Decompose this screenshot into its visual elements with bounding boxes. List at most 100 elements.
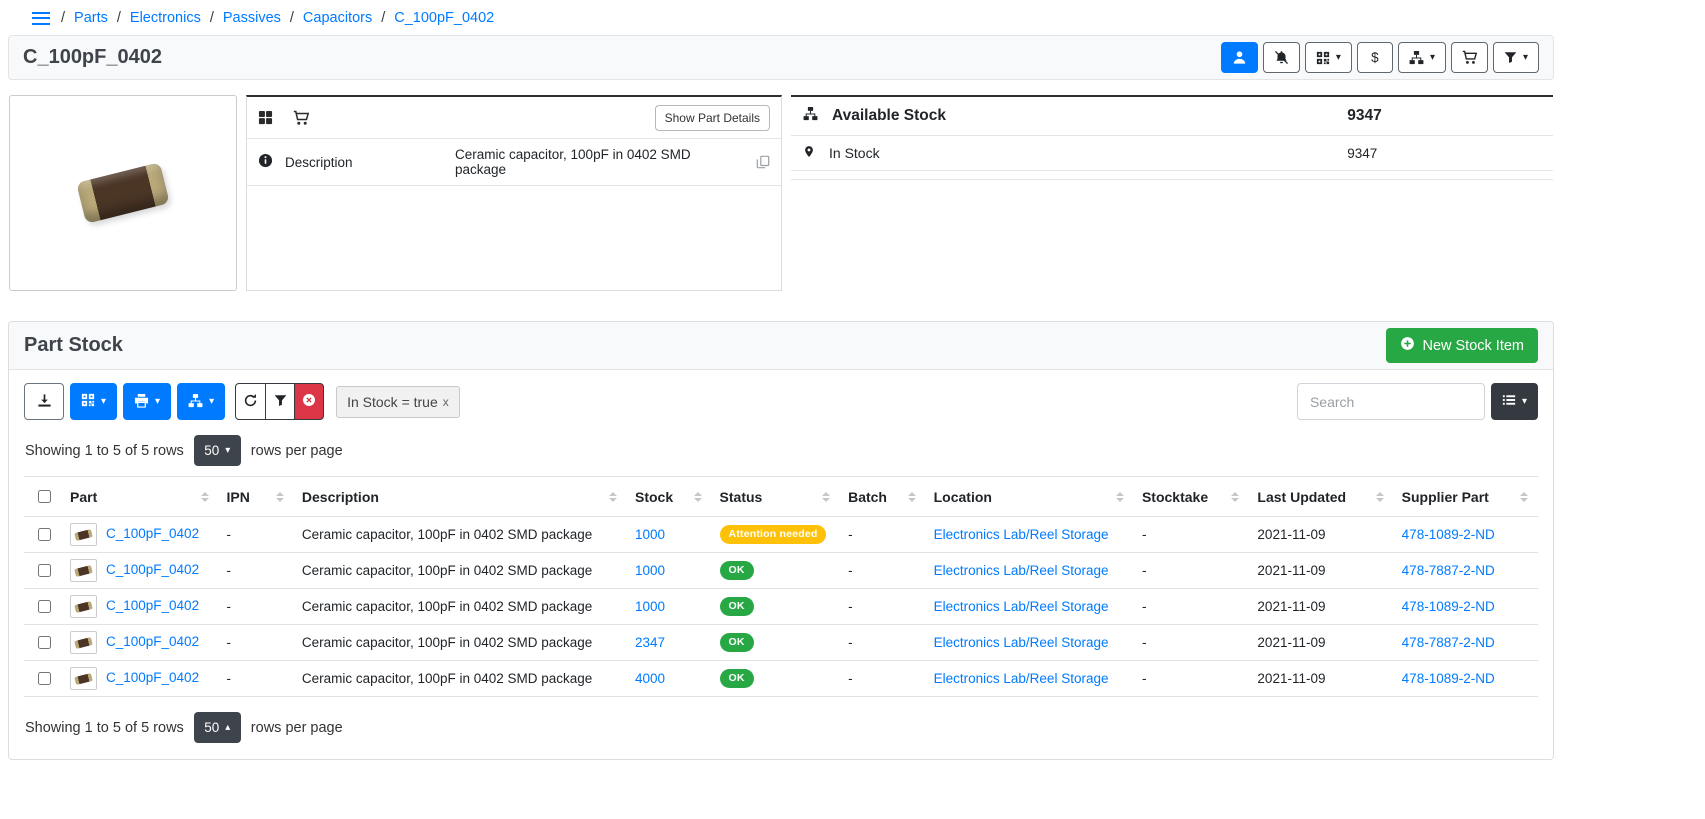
status-badge: OK (720, 669, 754, 688)
stock-options-dropdown[interactable]: ▾ (177, 383, 225, 420)
copy-icon[interactable] (756, 155, 770, 169)
part-link[interactable]: C_100pF_0402 (106, 598, 199, 613)
page-size-dropdown[interactable]: 50 ▴ (194, 712, 241, 743)
available-stock-header: Available Stock 9347 (791, 97, 1553, 136)
search-input[interactable] (1297, 383, 1485, 420)
new-stock-item-button[interactable]: New Stock Item (1386, 328, 1538, 363)
disable-notifications-button[interactable] (1263, 42, 1300, 73)
print-actions-dropdown[interactable]: ▾ (123, 383, 171, 420)
column-header-supplier-part[interactable]: Supplier Part (1394, 477, 1538, 517)
part-stock-panel: Part Stock New Stock Item ▾ ▾ (8, 321, 1554, 760)
in-stock-label: In Stock (829, 145, 880, 161)
supplier-part-cell: 478-1089-2-ND (1394, 661, 1538, 697)
sort-icon[interactable] (1114, 490, 1126, 504)
supplier-part-link[interactable]: 478-7887-2-ND (1402, 563, 1495, 578)
column-header-last-updated[interactable]: Last Updated (1249, 477, 1393, 517)
location-link[interactable]: Electronics Lab/Reel Storage (934, 563, 1109, 578)
subscribe-button[interactable] (1221, 42, 1258, 73)
description-cell: Ceramic capacitor, 100pF in 0402 SMD pac… (294, 589, 627, 625)
barcode-actions-dropdown[interactable]: ▾ (1305, 42, 1352, 73)
column-header-batch[interactable]: Batch (840, 477, 926, 517)
supplier-part-link[interactable]: 478-1089-2-ND (1402, 671, 1495, 686)
description-row: Description Ceramic capacitor, 100pF in … (247, 139, 781, 186)
part-thumbnail (70, 559, 97, 582)
part-link[interactable]: C_100pF_0402 (106, 634, 199, 649)
sort-icon[interactable] (1518, 490, 1530, 504)
location-link[interactable]: Electronics Lab/Reel Storage (934, 671, 1109, 686)
breadcrumb-link-electronics[interactable]: Electronics (130, 10, 201, 26)
stock-actions-dropdown[interactable]: ▾ (1398, 42, 1446, 73)
breadcrumb-link-capacitors[interactable]: Capacitors (303, 10, 372, 26)
download-icon (37, 393, 52, 411)
reload-table-button[interactable] (235, 383, 266, 420)
remove-filter-icon[interactable]: x (443, 395, 449, 409)
sort-icon[interactable] (692, 490, 704, 504)
rows-per-page-text: rows per page (251, 720, 343, 736)
row-checkbox[interactable] (38, 636, 51, 649)
column-header-description[interactable]: Description (294, 477, 627, 517)
new-stock-item-label: New Stock Item (1422, 338, 1524, 354)
sort-icon[interactable] (607, 490, 619, 504)
row-checkbox[interactable] (38, 672, 51, 685)
stock-link[interactable]: 2347 (635, 635, 665, 650)
pricing-button[interactable]: $ (1357, 42, 1393, 73)
order-part-button[interactable] (1451, 42, 1488, 73)
barcode-actions-table-dropdown[interactable]: ▾ (70, 383, 117, 420)
export-button[interactable] (24, 383, 64, 420)
part-thumbnail (70, 523, 97, 546)
ipn-cell: - (219, 553, 294, 589)
column-select-dropdown[interactable]: ▾ (1491, 383, 1538, 420)
row-checkbox[interactable] (38, 564, 51, 577)
part-actions-dropdown[interactable]: ▾ (1493, 42, 1539, 73)
row-checkbox[interactable] (38, 600, 51, 613)
part-image[interactable] (9, 95, 237, 291)
row-checkbox[interactable] (38, 528, 51, 541)
breadcrumb-link-parts[interactable]: Parts (74, 10, 108, 26)
column-label: Last Updated (1257, 489, 1346, 505)
sort-icon[interactable] (1374, 490, 1386, 504)
sort-icon[interactable] (906, 490, 918, 504)
column-label: Stocktake (1142, 489, 1208, 505)
part-thumbnail (70, 667, 97, 690)
supplier-part-link[interactable]: 478-7887-2-ND (1402, 635, 1495, 650)
page-size-dropdown[interactable]: 50 ▾ (194, 435, 241, 466)
sort-icon[interactable] (199, 490, 211, 504)
add-filter-button[interactable] (265, 383, 295, 420)
in-stock-filter-chip[interactable]: In Stock = true x (336, 386, 460, 418)
column-header-stock[interactable]: Stock (627, 477, 712, 517)
sort-icon[interactable] (820, 490, 832, 504)
sort-icon[interactable] (274, 490, 286, 504)
plus-circle-icon (1400, 336, 1415, 355)
location-link[interactable]: Electronics Lab/Reel Storage (934, 599, 1109, 614)
shopping-cart-icon (1462, 50, 1477, 65)
select-all-checkbox[interactable] (38, 490, 51, 503)
stock-link[interactable]: 4000 (635, 671, 665, 686)
stocktake-cell: - (1134, 661, 1249, 697)
column-header-location[interactable]: Location (926, 477, 1134, 517)
table-header-row: Part IPN Description Stock Status Batch … (24, 477, 1538, 517)
grid-icon[interactable] (258, 110, 273, 125)
cart-icon[interactable] (293, 110, 309, 126)
location-link[interactable]: Electronics Lab/Reel Storage (934, 527, 1109, 542)
clear-filters-button[interactable] (294, 383, 324, 420)
sort-icon[interactable] (1229, 490, 1241, 504)
stock-link[interactable]: 1000 (635, 599, 665, 614)
supplier-part-link[interactable]: 478-1089-2-ND (1402, 527, 1495, 542)
column-header-ipn[interactable]: IPN (219, 477, 294, 517)
column-header-stocktake[interactable]: Stocktake (1134, 477, 1249, 517)
location-link[interactable]: Electronics Lab/Reel Storage (934, 635, 1109, 650)
stock-link[interactable]: 1000 (635, 563, 665, 578)
show-part-details-button[interactable]: Show Part Details (655, 105, 770, 131)
part-link[interactable]: C_100pF_0402 (106, 670, 199, 685)
column-header-status[interactable]: Status (712, 477, 841, 517)
breadcrumb-link-passives[interactable]: Passives (223, 10, 281, 26)
stock-link[interactable]: 1000 (635, 527, 665, 542)
part-link[interactable]: C_100pF_0402 (106, 562, 199, 577)
column-header-part[interactable]: Part (62, 477, 219, 517)
breadcrumb-link-current-part[interactable]: C_100pF_0402 (394, 10, 494, 26)
supplier-part-link[interactable]: 478-1089-2-ND (1402, 599, 1495, 614)
part-link[interactable]: C_100pF_0402 (106, 526, 199, 541)
menu-icon[interactable] (32, 12, 50, 25)
caret-down-icon: ▾ (1430, 53, 1435, 63)
qrcode-icon (1316, 51, 1330, 65)
